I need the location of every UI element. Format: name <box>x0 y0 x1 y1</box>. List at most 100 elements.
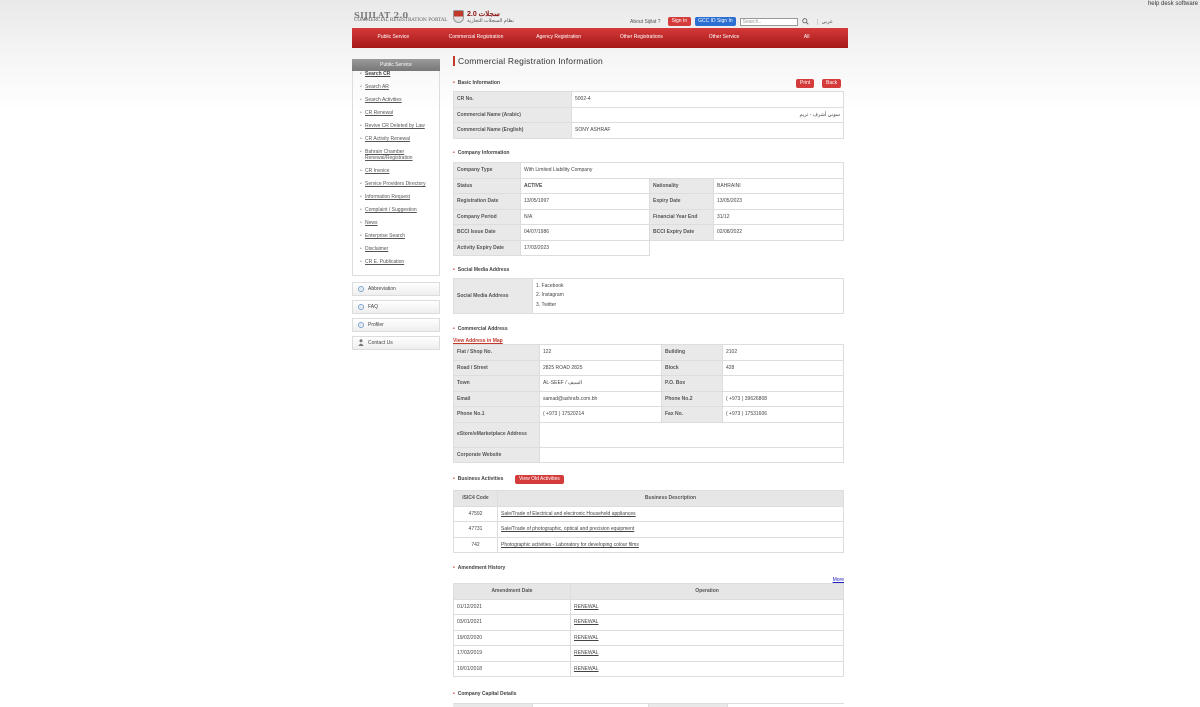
expiry-date-value: 13/05/2023 <box>713 193 844 210</box>
nav-other-service[interactable]: Other Service <box>683 28 766 48</box>
sign-in-button[interactable]: Sign In <box>667 17 692 26</box>
capital-table-top <box>453 703 844 707</box>
table-row: 03/01/2021 RENEWAL <box>453 614 844 631</box>
social-item-facebook[interactable]: 1. Facebook <box>536 282 840 292</box>
table-row: 742 Photographic activities - Laboratory … <box>453 536 844 553</box>
profiler-box[interactable]: i Profiler <box>352 317 440 332</box>
table-row: 10/01/2018 RENEWAL <box>453 660 844 677</box>
operation-header: Operation <box>570 583 844 600</box>
phone1-value: ( +973 ) 17520214 <box>539 406 662 423</box>
activity-description-link[interactable]: Sale/Trade of Electrical and electronic … <box>497 505 844 522</box>
operation-link[interactable]: RENEWAL <box>570 598 844 615</box>
activity-description-link[interactable]: Sale/Trade of photographic, optical and … <box>497 521 844 538</box>
sidebar-item-search-activities[interactable]: Search Activities <box>353 97 439 104</box>
email-value: samad@ashrafs.com.bh <box>539 390 662 407</box>
nav-agency-registration[interactable]: Agency Registration <box>517 28 600 48</box>
table-row: CR No. 5002-4 <box>453 91 844 108</box>
table-row: Company Type With Limited Liability Compa… <box>453 162 844 179</box>
sidebar-item-cr-publication[interactable]: CR E. Publication <box>353 259 439 266</box>
print-button[interactable]: Print <box>796 79 815 88</box>
town-label: Town <box>453 375 540 392</box>
email-label: Email <box>453 390 540 407</box>
sidebar-item-information-request[interactable]: Information Request <box>353 194 439 201</box>
info-icon: i <box>358 321 364 328</box>
table-header-row: Amendment Date Operation <box>453 583 844 600</box>
amendment-date-header: Amendment Date <box>453 583 571 600</box>
table-row: Phone No.1( +973 ) 17520214 Fax No.( +973… <box>453 406 844 423</box>
status-badge: ACTIVE <box>520 177 650 194</box>
gcc-sign-in-button[interactable]: GCC ID Sign In <box>695 17 736 26</box>
view-old-activities-button[interactable]: View Old Activities <box>515 475 564 484</box>
sidebar-item-cr-activity-renewal[interactable]: CR Activity Renewal <box>353 136 439 143</box>
phone1-label: Phone No.1 <box>453 406 540 423</box>
table-row: eStore/eMarketplace Address <box>453 421 844 448</box>
sidebar-item-service-providers[interactable]: Service Providers Directory <box>353 181 439 188</box>
bcci-expiry-value: 02/08/2022 <box>713 224 844 241</box>
search-icon[interactable] <box>801 18 809 25</box>
info-icon: i <box>358 303 364 310</box>
faq-box[interactable]: i FAQ <box>352 299 440 314</box>
about-link[interactable]: About Sijilat ? <box>630 19 661 25</box>
company-period-value: N/A <box>520 208 650 225</box>
sidebar-item-search-cr[interactable]: Search CR <box>353 71 439 78</box>
sidebar-item-news[interactable]: News <box>353 220 439 227</box>
isic-code-header: ISIC4 Code <box>453 490 498 507</box>
operation-link[interactable]: RENEWAL <box>570 629 844 646</box>
sidebar-item-cr-renewal[interactable]: CR Renewal <box>353 110 439 117</box>
company-capital-heading: Company Capital Details <box>453 691 517 697</box>
table-row: Activity Expiry Date 17/03/2023 <box>453 239 844 256</box>
emblem-icon <box>453 10 464 23</box>
nationality-value: BAHRAINI <box>713 177 844 194</box>
basic-info-heading: Basic Information <box>453 80 500 86</box>
block-value: 428 <box>722 359 844 376</box>
nav-commercial-registration[interactable]: Commercial Registration <box>435 28 518 48</box>
abbreviation-box[interactable]: i Abbreviation <box>352 281 440 296</box>
sidebar-item-search-ar[interactable]: Search AR <box>353 84 439 91</box>
amendment-date: 10/01/2018 <box>453 660 571 677</box>
language-switch[interactable]: عربي <box>816 18 833 25</box>
logo-subtext-ar: نظام السجلات التجارية <box>467 18 514 24</box>
po-box-label: P.O. Box <box>661 375 723 392</box>
sijilat-logo[interactable]: SIJILAT 2.0 COMMERCIAL REGISTRATION PORT… <box>354 10 514 26</box>
back-button[interactable]: Back <box>822 79 842 88</box>
table-row: Registration Date 13/05/1997 Expiry Date 13… <box>453 193 844 210</box>
nav-other-registrations[interactable]: Other Registrations <box>600 28 683 48</box>
social-media-heading: Social Media Address <box>453 267 510 273</box>
sidebar-item-enterprise-search[interactable]: Enterprise Search <box>353 233 439 240</box>
operation-link[interactable]: RENEWAL <box>570 660 844 677</box>
sidebar-item-disclaimer[interactable]: Disclaimer <box>353 246 439 253</box>
table-row: 19/02/2020 RENEWAL <box>453 629 844 646</box>
commercial-address-heading: Commercial Address <box>453 326 508 332</box>
social-item-instagram[interactable]: 2. Instagram <box>536 291 840 301</box>
social-item-twitter[interactable]: 3. Twitter <box>536 301 840 311</box>
company-type-value: With Limited Liability Company <box>520 162 844 179</box>
table-row: Town AL-SEEF / السيف P.O. Box <box>453 375 844 392</box>
nav-public-service[interactable]: Public Service <box>352 28 435 48</box>
road-value: 2825 ROAD 2825 <box>539 359 662 376</box>
operation-link[interactable]: RENEWAL <box>570 614 844 631</box>
table-row: Email samad@ashrafs.com.bh Phone No.2( +97… <box>453 390 844 407</box>
nav-all[interactable]: All <box>765 28 848 48</box>
contact-us-box[interactable]: Contact Us <box>352 335 440 350</box>
operation-link[interactable]: RENEWAL <box>570 645 844 662</box>
company-type-label: Company Type <box>453 162 521 179</box>
help-desk-note[interactable]: help desk software <box>1148 1 1198 7</box>
sidebar-item-bahrain-chamber[interactable]: Bahrain Chamber Renewal/Registration <box>353 149 439 162</box>
table-row: Social Media Address 1. Facebook 2. Inst… <box>453 278 844 314</box>
nationality-label: Nationality <box>649 177 714 194</box>
logo-text-ar: سجلات 2.0 <box>467 11 500 18</box>
company-info-heading: Company Information <box>453 150 510 156</box>
sidebar-item-revive-cr[interactable]: Revive CR Deleted by Law <box>353 123 439 130</box>
sidebar-item-complaint[interactable]: Complaint / Suggestion <box>353 207 439 214</box>
search-input[interactable]: Search.. <box>739 17 798 26</box>
activity-description-link[interactable]: Photographic activities - Laboratory for… <box>497 536 844 553</box>
table-row: Flat / Shop No. 122 Building 2102 <box>453 344 844 361</box>
info-icon: i <box>358 285 364 292</box>
sidebar-item-cr-invoice[interactable]: CR Invoice <box>353 168 439 175</box>
sidebar-title: Public Service <box>352 59 440 71</box>
page-title: Commercial Registration Information <box>453 56 844 66</box>
social-media-list: 1. Facebook 2. Instagram 3. Twitter <box>532 278 844 314</box>
po-box-value <box>722 375 844 392</box>
profiler-label: Profiler <box>368 321 384 328</box>
table-row: Commercial Name (Arabic) سوني أشرف - تريم <box>453 106 844 123</box>
